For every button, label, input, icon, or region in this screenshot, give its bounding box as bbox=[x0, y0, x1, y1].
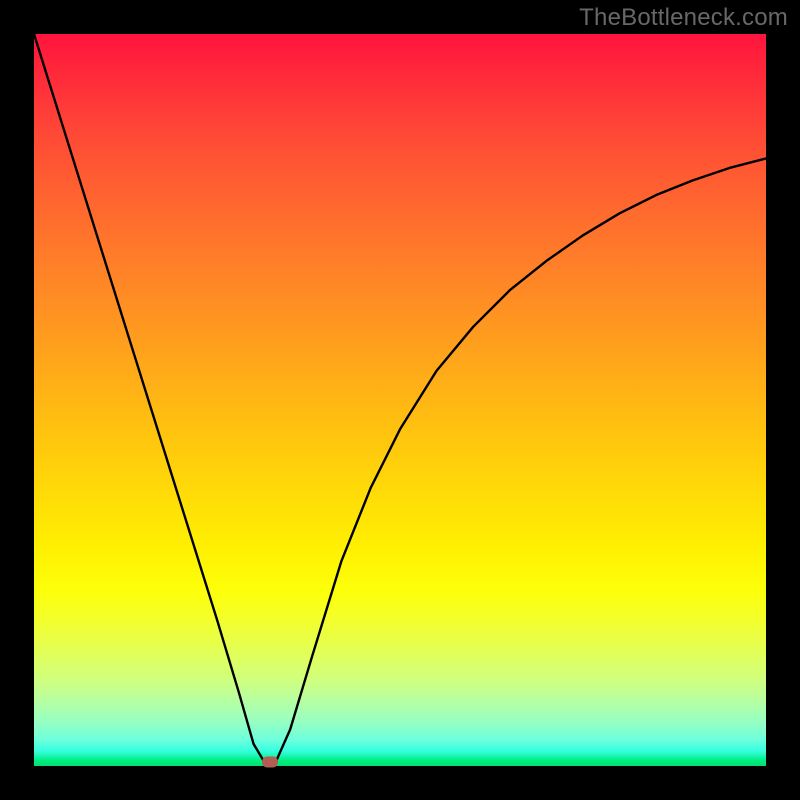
bottleneck-curve bbox=[34, 34, 766, 762]
watermark-text: TheBottleneck.com bbox=[579, 4, 788, 32]
chart-frame: TheBottleneck.com bbox=[0, 0, 800, 800]
optimal-point-marker bbox=[262, 756, 278, 767]
curve-layer bbox=[34, 34, 766, 766]
plot-background-gradient bbox=[34, 34, 766, 766]
